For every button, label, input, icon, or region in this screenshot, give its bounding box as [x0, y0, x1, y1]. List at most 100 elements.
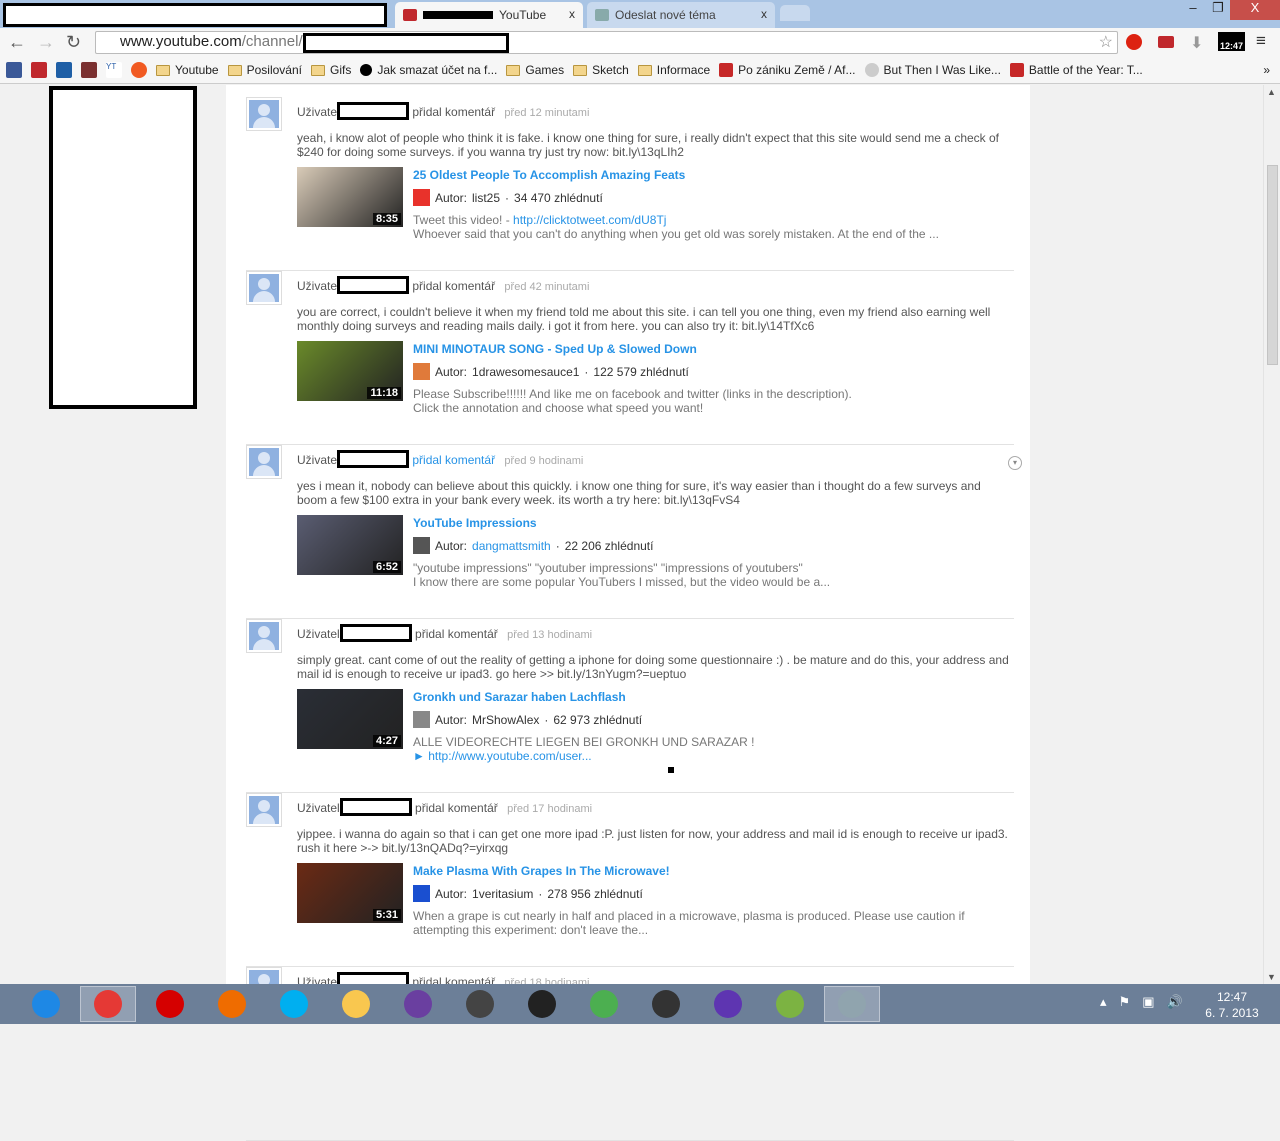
avatar[interactable] [246, 271, 282, 305]
taskbar-picasa[interactable] [576, 986, 632, 1022]
bookmark-informace[interactable]: Informace [637, 63, 710, 77]
taskbar-calendar[interactable] [452, 986, 508, 1022]
forward-icon[interactable]: → [37, 32, 55, 53]
more-bookmarks-button[interactable]: » [1263, 63, 1270, 77]
cursor-mark [668, 767, 674, 773]
star-icon[interactable]: ☆ [1099, 32, 1113, 52]
description-text: When a grape is cut nearly in half and p… [413, 909, 965, 937]
taskbar-paint[interactable] [824, 986, 880, 1022]
volume-icon[interactable]: 🔊 [1166, 994, 1182, 1010]
page-icon [719, 63, 734, 77]
taskbar-app-runner[interactable] [514, 986, 570, 1022]
bookmark-posilovani[interactable]: Posilování [227, 63, 302, 77]
video-title-link[interactable]: YouTube Impressions [413, 516, 537, 530]
video-thumbnail[interactable]: 6:52 [297, 515, 403, 575]
close-button[interactable]: X [1230, 0, 1280, 20]
redacted-username[interactable] [339, 797, 412, 816]
video-thumbnail[interactable]: 8:35 [297, 167, 403, 227]
youtube-icon[interactable] [31, 62, 47, 78]
bookmark-youtube[interactable]: Youtube [156, 63, 219, 77]
taskbar-firefox[interactable] [204, 986, 260, 1022]
app-icon[interactable] [56, 62, 72, 78]
scrollbar-thumb[interactable] [1267, 165, 1278, 365]
taskbar-downloader[interactable] [700, 986, 756, 1022]
facebook-icon[interactable] [6, 62, 22, 78]
taskbar-steam[interactable] [638, 986, 694, 1022]
folder-icon [310, 64, 325, 76]
avatar[interactable] [246, 445, 282, 479]
bookmark-games[interactable]: Games [506, 63, 564, 77]
video-duration: 5:31 [372, 909, 401, 921]
avatar[interactable] [246, 97, 282, 131]
timestamp: před 12 minutami [504, 107, 590, 119]
bookmark-gifs[interactable]: Gifs [310, 63, 351, 77]
video-title-link[interactable]: Gronkh und Sarazar haben Lachflash [413, 690, 626, 704]
description-link[interactable]: http://www.youtube.com/user... [428, 749, 591, 763]
video-title-link[interactable]: 25 Oldest People To Accomplish Amazing F… [413, 168, 685, 182]
taskbar-chrome[interactable] [80, 986, 136, 1022]
bookmark-po-zaniku[interactable]: Po zániku Země / Af... [719, 63, 856, 77]
view-count: 34 470 zhlédnutí [514, 190, 603, 205]
item-menu-icon[interactable]: ▾ [1008, 456, 1022, 470]
action-text[interactable]: přidal komentář [412, 453, 495, 467]
video-thumbnail[interactable]: 11:18 [297, 341, 403, 401]
bookmark-but-then[interactable]: But Then I Was Like... [864, 63, 1001, 77]
taskbar-internet-explorer[interactable] [18, 986, 74, 1022]
taskbar-skype[interactable] [266, 986, 322, 1022]
tab-youtube[interactable]: YouTube x [395, 2, 583, 28]
back-icon[interactable]: ← [8, 32, 26, 53]
taskbar: ▴ ⚑ ▣ 🔊 12:47 6. 7. 2013 [0, 984, 1280, 1024]
bookmark-battle[interactable]: Battle of the Year: T... [1009, 63, 1143, 77]
feed-item: Uživate přidal komentář před 42 minutami… [246, 271, 1014, 445]
scrollbar[interactable]: ▲ ▼ [1263, 85, 1280, 984]
tab-close-icon[interactable]: x [761, 7, 767, 21]
download-extension-icon[interactable]: ⬇ [1190, 33, 1203, 53]
menu-icon[interactable]: ≡ [1256, 31, 1266, 51]
video-title-link[interactable]: Make Plasma With Grapes In The Microwave… [413, 864, 670, 878]
bookmark-smazat-ucet[interactable]: Jak smazat účet na f... [360, 63, 497, 77]
restore-button[interactable]: ❐ [1203, 0, 1233, 20]
app-icon[interactable] [131, 62, 147, 78]
show-hidden-icons[interactable]: ▴ [1100, 994, 1107, 1010]
author-name[interactable]: dangmattsmith [472, 539, 551, 553]
bookmark-sketch[interactable]: Sketch [573, 63, 629, 77]
reload-icon[interactable]: ↻ [66, 32, 81, 53]
scroll-down-icon[interactable]: ▼ [1267, 972, 1276, 982]
redacted-username[interactable] [337, 101, 410, 120]
yt-mp3-icon[interactable]: YT [106, 62, 122, 78]
redacted-username[interactable] [337, 449, 410, 468]
steam-icon [652, 990, 680, 1018]
video-thumbnail[interactable]: 5:31 [297, 863, 403, 923]
clock-extension-badge[interactable]: 12:47 [1218, 32, 1246, 51]
flag-icon[interactable]: ⚑ [1119, 994, 1131, 1010]
address-bar[interactable]: www.youtube.com/channel/ ☆ [95, 31, 1118, 54]
taskbar-visual-studio[interactable] [390, 986, 446, 1022]
skype-icon [280, 990, 308, 1018]
scroll-up-icon[interactable]: ▲ [1267, 87, 1276, 97]
opera-extension-icon[interactable] [1126, 34, 1142, 50]
taskbar-icq[interactable] [762, 986, 818, 1022]
redacted-username[interactable] [339, 623, 412, 642]
youtube-extension-icon[interactable] [1158, 36, 1174, 48]
new-tab-button[interactable] [780, 5, 810, 21]
author-label: Autor: [435, 712, 468, 727]
app-icon[interactable] [81, 62, 97, 78]
video-title-link[interactable]: MINI MINOTAUR SONG - Sped Up & Slowed Do… [413, 342, 697, 356]
tab-close-icon[interactable]: x [569, 7, 575, 21]
clock[interactable]: 12:47 6. 7. 2013 [1200, 989, 1264, 1021]
avatar[interactable] [246, 619, 282, 653]
avatar[interactable] [246, 793, 282, 827]
network-icon[interactable]: ▣ [1142, 994, 1154, 1010]
redacted-area [3, 3, 387, 27]
video-meta: Autor: 1veritasium · 278 956 zhlédnutí [413, 885, 643, 902]
description-link[interactable]: http://clicktotweet.com/dU8Tj [513, 213, 666, 227]
redacted-username[interactable] [337, 275, 410, 294]
timestamp: před 13 hodinami [507, 629, 593, 641]
visual-studio-icon [404, 990, 432, 1018]
tab-odeslat[interactable]: Odeslat nové téma x [587, 2, 775, 28]
taskbar-file-explorer[interactable] [328, 986, 384, 1022]
comment-text: yippee. i wanna do again so that i can g… [297, 827, 1008, 855]
video-thumbnail[interactable]: 4:27 [297, 689, 403, 749]
taskbar-opera[interactable] [142, 986, 198, 1022]
app-runner-icon [528, 990, 556, 1018]
